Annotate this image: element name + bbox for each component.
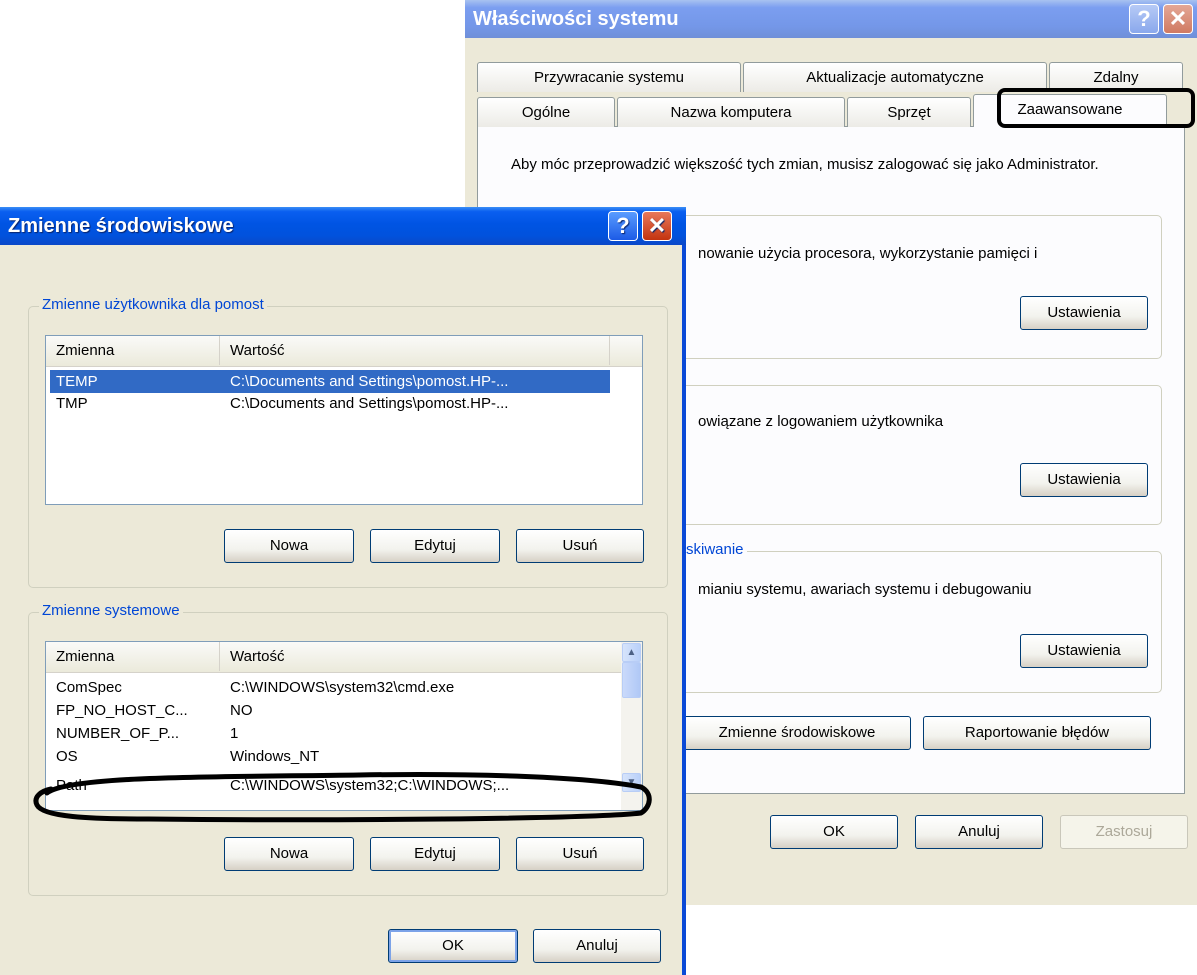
- tab-label: Nazwa komputera: [670, 104, 792, 121]
- list-header: Zmienna Wartość: [46, 642, 621, 673]
- tab-label: Zdalny: [1093, 69, 1139, 86]
- var-name: TMP: [56, 395, 88, 412]
- close-button[interactable]: ✕: [642, 211, 672, 241]
- tab-computer-name[interactable]: Nazwa komputera: [617, 97, 845, 127]
- system-var-row-comspec[interactable]: ComSpec C:\WINDOWS\system32\cmd.exe: [50, 676, 610, 699]
- scroll-thumb[interactable]: [622, 662, 641, 698]
- close-icon: ✕: [647, 213, 667, 238]
- user-profiles-description: owiązane z logowaniem użytkownika: [698, 413, 944, 430]
- user-var-row-temp[interactable]: TEMP C:\Documents and Settings\pomost.HP…: [50, 370, 610, 393]
- environment-variables-button[interactable]: Zmienne środowiskowe: [683, 716, 911, 750]
- column-header-name[interactable]: Zmienna: [46, 336, 220, 365]
- annotation-circle-advanced-tab: [997, 88, 1195, 128]
- var-value: C:\Documents and Settings\pomost.HP-...: [230, 373, 509, 390]
- system-properties-titlebar[interactable]: Właściwości systemu ? ✕: [465, 0, 1197, 38]
- tab-system-restore[interactable]: Przywracanie systemu: [477, 62, 741, 92]
- var-name: TEMP: [56, 373, 98, 390]
- user-variables-list[interactable]: Zmienna Wartość TEMP C:\Documents and Se…: [45, 335, 643, 505]
- tab-label: Aktualizacje automatyczne: [806, 69, 984, 86]
- system-cancel-button[interactable]: Anuluj: [915, 815, 1043, 849]
- user-var-row-tmp[interactable]: TMP C:\Documents and Settings\pomost.HP-…: [50, 392, 610, 415]
- column-header-value[interactable]: Wartość: [220, 336, 610, 365]
- tab-hardware[interactable]: Sprzęt: [847, 97, 971, 127]
- admin-note: Aby móc przeprowadzić większość tych zmi…: [511, 156, 1099, 173]
- var-value: NO: [230, 702, 253, 719]
- startup-recovery-description: mianiu systemu, awariach systemu i debug…: [698, 581, 1032, 598]
- var-value: C:\Documents and Settings\pomost.HP-...: [230, 395, 509, 412]
- system-variables-group: Zmienne systemowe Zmienna Wartość ComSpe…: [28, 602, 668, 896]
- column-header-name[interactable]: Zmienna: [46, 642, 220, 671]
- error-reporting-button[interactable]: Raportowanie błędów: [923, 716, 1151, 750]
- list-header: Zmienna Wartość: [46, 336, 642, 367]
- annotation-circle-path-row: [33, 772, 652, 823]
- system-edit-button[interactable]: Edytuj: [370, 837, 500, 871]
- user-profiles-settings-button[interactable]: Ustawienia: [1020, 463, 1148, 497]
- system-properties-title: Właściwości systemu: [473, 8, 679, 30]
- user-delete-button[interactable]: Usuń: [516, 529, 644, 563]
- system-ok-button[interactable]: OK: [770, 815, 898, 849]
- tab-general[interactable]: Ogólne: [477, 97, 615, 127]
- var-name: FP_NO_HOST_C...: [56, 702, 188, 719]
- help-icon: ?: [1137, 6, 1151, 31]
- tab-label: Przywracanie systemu: [533, 69, 685, 86]
- var-name: ComSpec: [56, 679, 122, 696]
- tab-label: Ogólne: [521, 104, 571, 121]
- user-new-button[interactable]: Nowa: [224, 529, 354, 563]
- var-value: C:\WINDOWS\system32\cmd.exe: [230, 679, 455, 696]
- user-variables-legend: Zmienne użytkownika dla pomost: [39, 296, 267, 313]
- window-frame-right: [682, 245, 686, 975]
- var-name: NUMBER_OF_P...: [56, 725, 180, 742]
- help-icon: ?: [616, 213, 630, 238]
- environment-variables-window: Zmienne środowiskowe ? ✕ Zmienne użytkow…: [0, 207, 686, 975]
- var-value: 1: [230, 725, 239, 742]
- column-header-value[interactable]: Wartość: [220, 642, 620, 671]
- system-variables-legend: Zmienne systemowe: [39, 602, 183, 619]
- system-var-row-number-of-processors[interactable]: NUMBER_OF_P... 1: [50, 722, 610, 745]
- close-button[interactable]: ✕: [1163, 4, 1193, 34]
- help-button[interactable]: ?: [1129, 4, 1159, 34]
- user-edit-button[interactable]: Edytuj: [370, 529, 500, 563]
- startup-recovery-settings-button[interactable]: Ustawienia: [1020, 634, 1148, 668]
- help-button[interactable]: ?: [608, 211, 638, 241]
- env-ok-button[interactable]: OK: [388, 929, 518, 963]
- startup-recovery-legend: skiwanie: [683, 541, 747, 558]
- tab-label: Sprzęt: [887, 104, 931, 121]
- performance-settings-button[interactable]: Ustawienia: [1020, 296, 1148, 330]
- close-icon: ✕: [1168, 6, 1188, 31]
- environment-variables-title: Zmienne środowiskowe: [8, 215, 234, 237]
- system-var-row-fp-no-host[interactable]: FP_NO_HOST_C... NO: [50, 699, 610, 722]
- performance-description: nowanie użycia procesora, wykorzystanie …: [698, 245, 1038, 262]
- system-apply-button[interactable]: Zastosuj: [1060, 815, 1188, 849]
- scroll-up-button[interactable]: ▲: [622, 643, 641, 662]
- chevron-up-icon: ▲: [626, 647, 637, 658]
- user-variables-group: Zmienne użytkownika dla pomost Zmienna W…: [28, 296, 668, 588]
- environment-variables-titlebar[interactable]: Zmienne środowiskowe ? ✕: [0, 207, 686, 245]
- system-delete-button[interactable]: Usuń: [516, 837, 644, 871]
- system-new-button[interactable]: Nowa: [224, 837, 354, 871]
- env-cancel-button[interactable]: Anuluj: [533, 929, 661, 963]
